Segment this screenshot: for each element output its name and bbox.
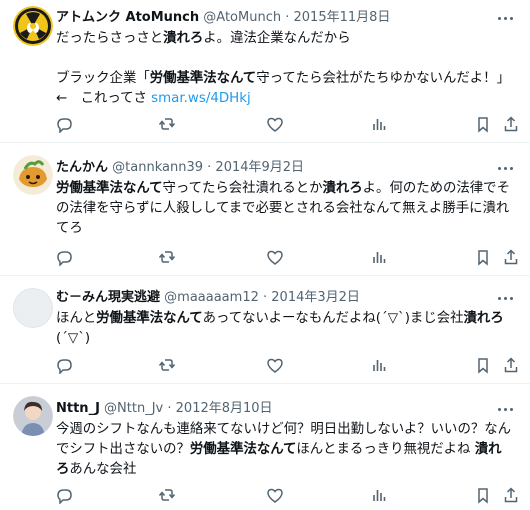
more-options-icon[interactable]	[496, 159, 516, 177]
highlight-text: 労働基準法なんて	[96, 311, 203, 326]
text-span: あんな会社	[69, 462, 137, 477]
timestamp[interactable]: 2014年9月2日	[215, 160, 304, 175]
tweet-header: む－みん現実逃避 @maaaaam12 · 2014年3月2日	[56, 289, 490, 307]
highlight-text: 労働基準法なんて	[189, 442, 297, 457]
avatar[interactable]	[13, 288, 53, 328]
views-icon[interactable]	[370, 356, 390, 376]
text-span: 守ってたら会社がたちゆかないんだよ！」	[256, 71, 510, 86]
text-span: あってないよーなもんだよね(´▽`)まじ会社	[202, 311, 464, 326]
more-options-icon[interactable]	[496, 9, 516, 27]
avatar[interactable]	[13, 396, 53, 436]
share-icon[interactable]	[502, 115, 522, 135]
handle[interactable]: @tannkann39	[112, 160, 203, 175]
display-name[interactable]: む－みん現実逃避	[56, 290, 160, 305]
separator: ·	[207, 160, 212, 175]
avatar-image	[13, 396, 53, 436]
bookmark-icon[interactable]	[474, 248, 494, 268]
tweet-text: 今週のシフトなんも連絡来てないけど何？明日出勤しないよ？いいの？なん でシフト出…	[56, 420, 518, 480]
tweet-3[interactable]: む－みん現実逃避 @maaaaam12 · 2014年3月2日 ほんと労働基準法…	[0, 276, 530, 384]
tweet-1[interactable]: アトムンク AtoMunch @AtoMunch · 2015年11月8日 だっ…	[0, 0, 530, 143]
text-span: だったらさっさと	[56, 31, 164, 46]
tweet-4[interactable]: Nttn_J @Nttn_Jv · 2012年8月10日 今週のシフトなんも連絡…	[0, 384, 530, 510]
tweet-text: 労働基準法なんて守ってたら会社潰れるとか潰れろよ。何のための法律でそ の法律を守…	[56, 179, 518, 239]
text-span: よ。違法企業なんだから	[203, 31, 351, 46]
retweet-icon[interactable]	[158, 115, 178, 135]
highlight-text: 潰れろ	[163, 31, 204, 46]
like-icon[interactable]	[266, 248, 286, 268]
text-span: でシフト出さないの？	[56, 442, 190, 457]
handle[interactable]: @AtoMunch	[203, 10, 281, 25]
handle[interactable]: @Nttn_Jv	[104, 401, 163, 416]
retweet-icon[interactable]	[158, 248, 178, 268]
timestamp[interactable]: 2014年3月2日	[271, 290, 360, 305]
retweet-icon[interactable]	[158, 356, 178, 376]
highlight-text: 潰れ	[474, 442, 502, 457]
like-icon[interactable]	[266, 115, 286, 135]
timestamp[interactable]: 2012年8月10日	[176, 401, 273, 416]
separator: ·	[285, 10, 290, 25]
text-line: てろ	[56, 221, 83, 236]
share-icon[interactable]	[502, 486, 522, 506]
retweet-icon[interactable]	[158, 486, 178, 506]
highlight-text: 労働基準法なんて	[56, 181, 163, 196]
tweet-link[interactable]: smar.ws/4DHkj	[151, 91, 251, 106]
text-span: ブラック企業「	[56, 71, 150, 86]
highlight-text: 潰れろ	[463, 311, 504, 326]
timestamp[interactable]: 2015年11月8日	[294, 10, 391, 25]
text-span: 守ってたら会社潰れるとか	[162, 181, 323, 196]
more-options-icon[interactable]	[496, 289, 516, 307]
text-span: ほんとまるっきり無視だよね	[296, 442, 475, 457]
avatar[interactable]	[13, 6, 53, 46]
like-icon[interactable]	[266, 356, 286, 376]
text-line: 今週のシフトなんも連絡来てないけど何？明日出勤しないよ？いいの？なん	[56, 422, 512, 437]
handle[interactable]: @maaaaam12	[164, 290, 259, 305]
more-options-icon[interactable]	[496, 400, 516, 418]
tweet-text: だったらさっさと潰れろよ。違法企業なんだから ブラック企業「労働基準法なんて守っ…	[56, 29, 518, 109]
tweet-header: アトムンク AtoMunch @AtoMunch · 2015年11月8日	[56, 9, 490, 27]
tweet-text: ほんと労働基準法なんてあってないよーなもんだよね(´▽`)まじ会社潰れろ (´▽…	[56, 309, 518, 349]
highlight-text: ろ	[56, 462, 70, 477]
action-bar	[54, 248, 518, 268]
action-bar	[54, 115, 518, 135]
bookmark-icon[interactable]	[474, 356, 494, 376]
avatar-image	[13, 6, 53, 46]
text-span: ← これってさ	[56, 91, 152, 106]
highlight-text: 労働基準法なんて	[149, 71, 257, 86]
reply-icon[interactable]	[54, 115, 74, 135]
reply-icon[interactable]	[54, 486, 74, 506]
share-icon[interactable]	[502, 356, 522, 376]
views-icon[interactable]	[370, 115, 390, 135]
avatar[interactable]	[13, 155, 53, 195]
text-span: よ。何のための法律でそ	[362, 181, 510, 196]
tweet-header: Nttn_J @Nttn_Jv · 2012年8月10日	[56, 400, 490, 418]
separator: ·	[167, 401, 172, 416]
reply-icon[interactable]	[54, 248, 74, 268]
views-icon[interactable]	[370, 486, 390, 506]
reply-icon[interactable]	[54, 356, 74, 376]
share-icon[interactable]	[502, 248, 522, 268]
separator: ·	[263, 290, 268, 305]
highlight-text: 潰れろ	[322, 181, 363, 196]
tweet-2[interactable]: たんかん @tannkann39 · 2014年9月2日 労働基準法なんて守って…	[0, 143, 530, 276]
text-line: の法律を守らずに人殺ししてまで必要とされる会社なんて無えよ勝手に潰れ	[56, 201, 510, 216]
tweet-header: たんかん @tannkann39 · 2014年9月2日	[56, 159, 490, 177]
action-bar	[54, 356, 518, 376]
text-line: (´▽`)	[56, 331, 91, 346]
bookmark-icon[interactable]	[474, 115, 494, 135]
display-name[interactable]: アトムンク AtoMunch	[56, 10, 199, 25]
bookmark-icon[interactable]	[474, 486, 494, 506]
views-icon[interactable]	[370, 248, 390, 268]
avatar-image	[13, 155, 53, 195]
like-icon[interactable]	[266, 486, 286, 506]
action-bar	[54, 486, 518, 506]
display-name[interactable]: Nttn_J	[56, 401, 100, 416]
display-name[interactable]: たんかん	[56, 160, 108, 175]
text-span: ほんと	[56, 311, 97, 326]
avatar-image	[13, 288, 53, 328]
